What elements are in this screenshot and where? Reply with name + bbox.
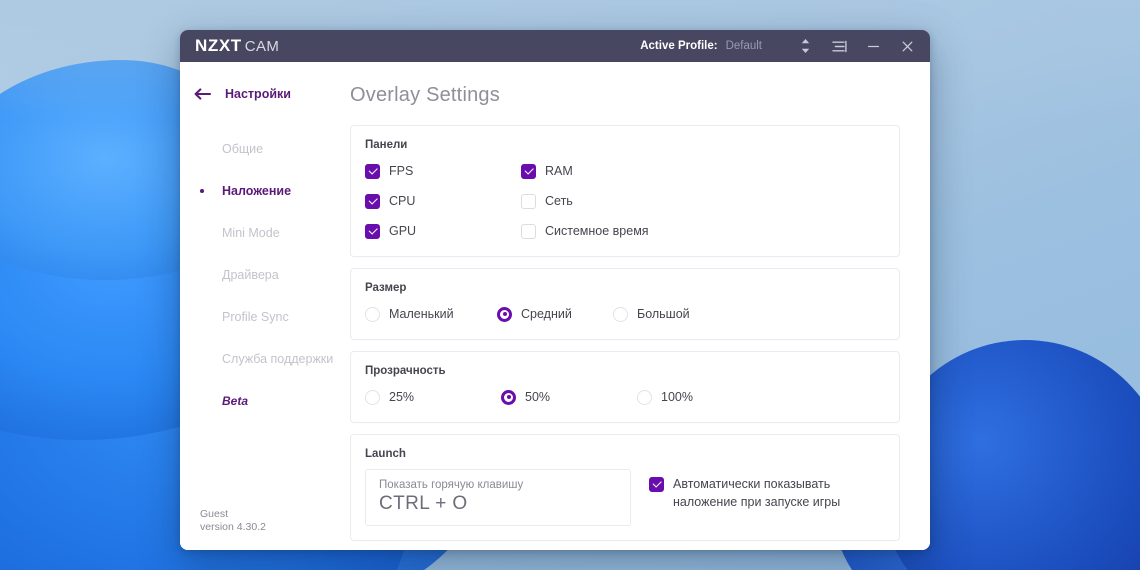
size-card: Размер Маленький Средний Большой: [350, 268, 900, 340]
checkbox-icon[interactable]: [365, 163, 380, 179]
sidebar-nav: Общие Наложение Mini Mode Драйвера Profi…: [180, 128, 340, 422]
radio-size-small[interactable]: Маленький: [365, 303, 497, 325]
sidebar-item-support[interactable]: Служба поддержки: [180, 338, 340, 380]
checkbox-label: CPU: [389, 194, 416, 208]
arrow-left-icon: [194, 88, 211, 100]
checkbox-label: RAM: [545, 164, 573, 178]
page-title: Overlay Settings: [350, 84, 500, 106]
sidebar-item-drivers[interactable]: Драйвера: [180, 254, 340, 296]
launch-body: Показать горячую клавишу CTRL + O Автома…: [365, 469, 885, 526]
size-options: Маленький Средний Большой: [365, 303, 885, 325]
panels-options-grid: FPS RAM CPU Сеть GPU Системное время: [365, 160, 885, 242]
sidebar-item-label: Mini Mode: [222, 226, 280, 240]
radio-label: 50%: [525, 390, 551, 404]
checkbox-ram[interactable]: RAM: [521, 160, 885, 182]
back-to-settings-button[interactable]: Настройки: [180, 82, 340, 106]
checkbox-network[interactable]: Сеть: [521, 190, 885, 212]
radio-label: 25%: [389, 390, 415, 404]
menu-icon[interactable]: [822, 30, 856, 62]
active-profile-selector[interactable]: Active Profile: Default: [640, 40, 762, 52]
checkbox-icon[interactable]: [521, 163, 536, 179]
checkbox-icon[interactable]: [365, 223, 380, 239]
launch-card: Launch Показать горячую клавишу CTRL + O…: [350, 434, 900, 541]
checkbox-icon[interactable]: [521, 193, 536, 209]
checkbox-label: Автоматически показывать наложение при з…: [673, 477, 841, 510]
radio-label: Маленький: [389, 307, 454, 321]
checkbox-icon[interactable]: [521, 223, 536, 239]
sidebar-footer: Guest version 4.30.2: [200, 508, 266, 534]
main-content: Overlay Settings Панели FPS RAM CPU Сеть…: [340, 62, 930, 550]
title-bar: NZXT CAM Active Profile: Default: [180, 30, 930, 62]
sidebar-item-beta[interactable]: Beta: [180, 380, 340, 422]
brand-nzxt: NZXT: [195, 36, 242, 55]
radio-icon[interactable]: [501, 389, 516, 405]
checkbox-label: GPU: [389, 224, 417, 238]
back-label: Настройки: [225, 87, 291, 101]
sidebar-item-general[interactable]: Общие: [180, 128, 340, 170]
hotkey-caption: Показать горячую клавишу: [379, 479, 524, 491]
checkbox-icon[interactable]: [365, 193, 380, 209]
radio-icon[interactable]: [613, 306, 628, 322]
radio-label: Средний: [521, 307, 572, 321]
sidebar-item-label: Общие: [222, 142, 264, 156]
spinner-icon[interactable]: [788, 30, 822, 62]
window-body: Настройки Общие Наложение Mini Mode Драй…: [180, 62, 930, 550]
active-profile-value: Default: [725, 40, 762, 52]
app-version: version 4.30.2: [200, 520, 266, 533]
close-icon[interactable]: [890, 30, 924, 62]
checkbox-cpu[interactable]: CPU: [365, 190, 521, 212]
panels-title: Панели: [365, 139, 408, 151]
radio-icon[interactable]: [637, 389, 652, 405]
checkbox-label: Сеть: [545, 194, 573, 208]
account-name: Guest: [200, 507, 229, 520]
panels-card: Панели FPS RAM CPU Сеть GPU Системное вр…: [350, 125, 900, 257]
radio-label: Большой: [637, 307, 690, 321]
checkbox-gpu[interactable]: GPU: [365, 220, 521, 242]
sidebar-item-label: Profile Sync: [222, 310, 289, 324]
desktop-background: NZXT CAM Active Profile: Default Настрой…: [0, 0, 1140, 570]
radio-icon[interactable]: [497, 306, 512, 322]
sidebar: Настройки Общие Наложение Mini Mode Драй…: [180, 62, 340, 550]
transparency-title: Прозрачность: [365, 365, 446, 377]
transparency-card: Прозрачность 25% 50% 100%: [350, 351, 900, 423]
sidebar-item-label: Служба поддержки: [222, 352, 334, 366]
checkbox-fps[interactable]: FPS: [365, 160, 521, 182]
hotkey-input[interactable]: Показать горячую клавишу CTRL + O: [365, 469, 631, 526]
size-title: Размер: [365, 282, 407, 294]
radio-icon[interactable]: [365, 306, 380, 322]
sidebar-item-profile-sync[interactable]: Profile Sync: [180, 296, 340, 338]
checkbox-icon[interactable]: [649, 477, 664, 492]
sidebar-item-overlay[interactable]: Наложение: [180, 170, 340, 212]
hotkey-value: CTRL + O: [379, 493, 468, 514]
checkbox-label: FPS: [389, 164, 414, 178]
launch-title: Launch: [365, 448, 406, 460]
checkbox-system-time[interactable]: Системное время: [521, 220, 885, 242]
radio-transparency-25[interactable]: 25%: [365, 386, 501, 408]
app-logo: NZXT CAM: [180, 36, 279, 56]
transparency-options: 25% 50% 100%: [365, 386, 885, 408]
radio-size-large[interactable]: Большой: [613, 303, 690, 325]
radio-transparency-100[interactable]: 100%: [637, 386, 693, 408]
sidebar-item-label: Драйвера: [222, 268, 279, 282]
sidebar-item-mini-mode[interactable]: Mini Mode: [180, 212, 340, 254]
checkbox-label: Системное время: [545, 224, 649, 238]
radio-label: 100%: [661, 390, 693, 404]
sidebar-item-label: Beta: [222, 394, 249, 408]
radio-transparency-50[interactable]: 50%: [501, 386, 637, 408]
active-profile-label: Active Profile:: [640, 40, 718, 52]
nzxt-cam-window: NZXT CAM Active Profile: Default Настрой…: [180, 30, 930, 550]
sidebar-item-label: Наложение: [222, 184, 292, 198]
minimize-icon[interactable]: [856, 30, 890, 62]
radio-icon[interactable]: [365, 389, 380, 405]
radio-size-medium[interactable]: Средний: [497, 303, 613, 325]
brand-cam: CAM: [244, 38, 280, 55]
checkbox-auto-show-overlay[interactable]: Автоматически показывать наложение при з…: [649, 469, 885, 511]
